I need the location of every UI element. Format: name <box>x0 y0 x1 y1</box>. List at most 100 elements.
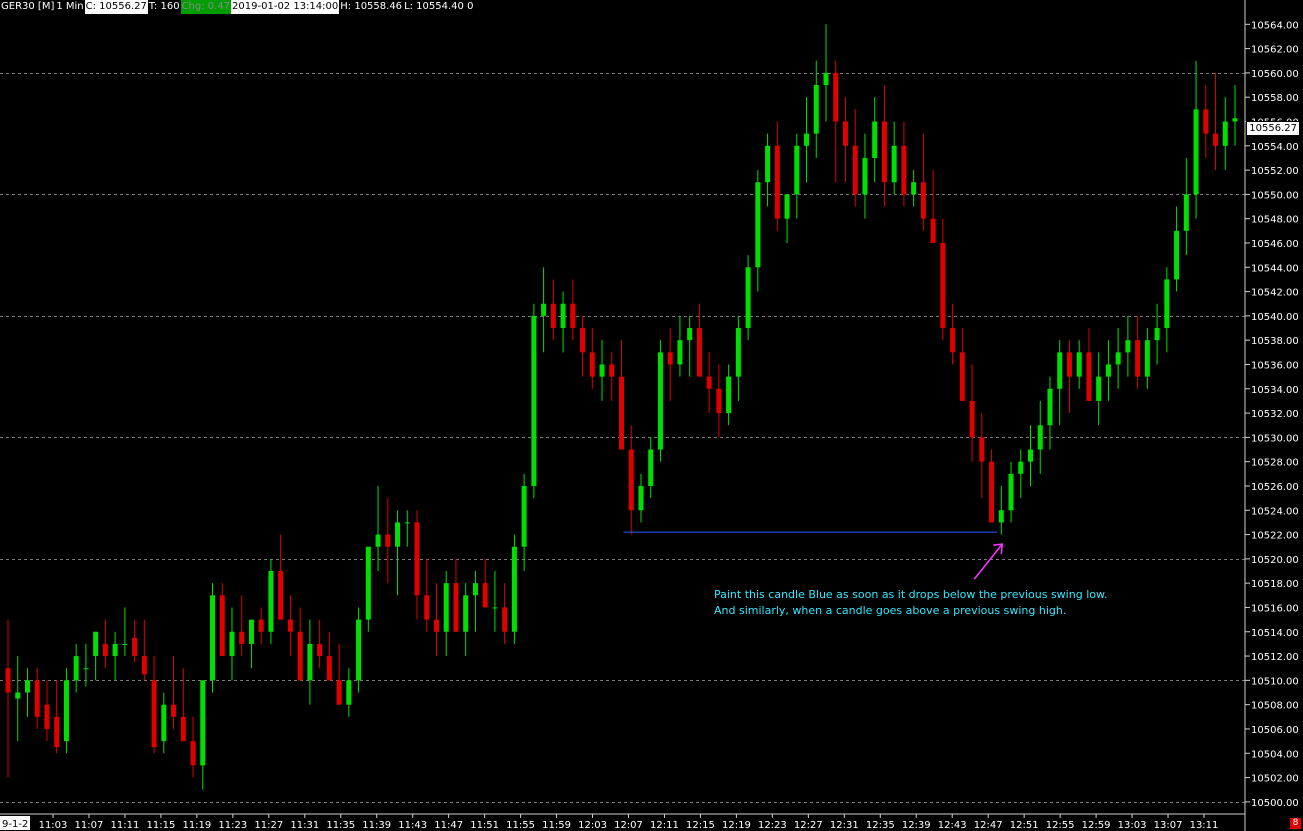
candle-body <box>1066 352 1072 377</box>
up-candle <box>210 583 215 693</box>
ticks-label: T: 160 <box>148 1 180 12</box>
candle-body <box>326 656 332 681</box>
candle-body <box>200 680 206 766</box>
price-tick-label: 10546.00 <box>1251 239 1299 250</box>
candle-body <box>1203 109 1209 134</box>
candle-body <box>122 643 128 645</box>
candle-body <box>190 741 196 766</box>
time-cursor-label: 9-1-2 <box>2 819 28 830</box>
candle-body <box>521 485 527 547</box>
candle-body <box>950 328 956 353</box>
candle-body <box>317 643 323 657</box>
candle-body <box>550 303 556 329</box>
symbol-label: GER30 [M] <box>1 1 55 12</box>
candle-body <box>989 461 995 523</box>
price-tick-label: 10540.00 <box>1251 312 1299 323</box>
candle-body <box>784 194 790 219</box>
candle-body <box>239 631 245 644</box>
candle-body <box>268 571 274 632</box>
candle-body <box>1086 352 1092 401</box>
candle-body <box>619 376 624 450</box>
annotation-line-2: And similarly, when a candle goes above … <box>714 604 1067 617</box>
time-tick-label: 12:43 <box>938 820 967 831</box>
price-tick-label: 10504.00 <box>1251 749 1299 760</box>
time-tick-label: 11:07 <box>75 820 104 831</box>
price-tick-label: 10508.00 <box>1251 701 1299 712</box>
candle-body <box>599 364 605 377</box>
annotation-line-1: Paint this candle Blue as soon as it dro… <box>714 588 1108 601</box>
up-candle <box>745 255 751 341</box>
candle-body <box>258 619 264 632</box>
price-tick-label: 10520.00 <box>1251 555 1299 566</box>
candle-body <box>589 352 595 377</box>
high-label: H: 10558.46 <box>340 1 403 12</box>
candle-body <box>979 437 985 462</box>
price-tick-label: 10536.00 <box>1251 360 1299 371</box>
candle-body <box>1174 230 1180 280</box>
candle-body <box>346 680 352 705</box>
candle-body <box>1115 352 1121 365</box>
candle-body <box>180 716 186 742</box>
candle-body <box>83 668 89 670</box>
candle-body <box>609 364 615 377</box>
candle-body <box>794 145 800 195</box>
candle-body <box>745 267 751 329</box>
candle-body <box>716 388 722 414</box>
candle-body <box>813 85 819 134</box>
candle-body <box>161 704 167 742</box>
candle-body <box>852 145 858 195</box>
candle-body <box>492 607 498 609</box>
candle-body <box>1222 121 1228 146</box>
datetime-label: 2019-01-02 13:14:00 <box>231 0 340 14</box>
candle-body <box>959 352 965 401</box>
candle-body <box>755 182 761 268</box>
candle-body <box>842 121 848 146</box>
candle-body <box>1018 461 1024 474</box>
candle-body <box>1183 194 1189 231</box>
candle-body <box>774 145 780 219</box>
time-tick-label: 12:35 <box>866 820 895 831</box>
candle-body <box>940 242 946 329</box>
up-candle <box>531 303 537 499</box>
change-label: Chg: 0.47 <box>180 0 232 14</box>
price-tick-label: 10542.00 <box>1251 288 1299 299</box>
timeframe-label: 1 Min <box>56 1 84 12</box>
time-tick-label: 11:11 <box>111 820 140 831</box>
time-tick-label: 12:31 <box>830 820 859 831</box>
price-tick-label: 10552.00 <box>1251 166 1299 177</box>
price-tick-label: 10518.00 <box>1251 579 1299 590</box>
up-candle <box>63 668 69 754</box>
candle-body <box>1028 449 1033 462</box>
candle-body <box>862 157 868 195</box>
candle-body <box>998 510 1004 523</box>
alert-count-badge[interactable]: 8 <box>1290 818 1301 829</box>
candle-body <box>1213 133 1219 146</box>
candle-body <box>73 656 79 681</box>
candle-body <box>5 668 11 693</box>
candle-body <box>1096 376 1102 401</box>
time-tick-label: 12:59 <box>1082 820 1111 831</box>
candle-body <box>210 595 215 681</box>
candlestick-chart[interactable]: 10500.00 10502.00 10504.00 10506.00 10508.00… <box>0 0 1303 831</box>
price-tick-label: 10522.00 <box>1251 531 1299 542</box>
candle-body <box>171 704 177 717</box>
price-tick-label: 10554.00 <box>1251 142 1299 153</box>
candle-body <box>414 522 420 596</box>
time-tick-label: 12:07 <box>614 820 643 831</box>
price-tick-label: 10526.00 <box>1251 482 1299 493</box>
candle-body <box>404 522 410 524</box>
time-tick-label: 11:19 <box>182 820 211 831</box>
candle-body <box>687 328 693 341</box>
time-tick-label: 13:03 <box>1118 820 1147 831</box>
time-tick-label: 11:47 <box>434 820 463 831</box>
time-tick-label: 12:51 <box>1010 820 1039 831</box>
time-tick-label: 12:23 <box>758 820 787 831</box>
candle-body <box>1008 473 1014 511</box>
up-candle <box>511 534 517 644</box>
candle-body <box>930 218 936 243</box>
candle-body <box>34 680 40 717</box>
time-tick-label: 11:43 <box>398 820 427 831</box>
price-tick-label: 10564.00 <box>1251 20 1299 31</box>
candle-body <box>1232 118 1238 122</box>
candle-body <box>365 546 371 620</box>
